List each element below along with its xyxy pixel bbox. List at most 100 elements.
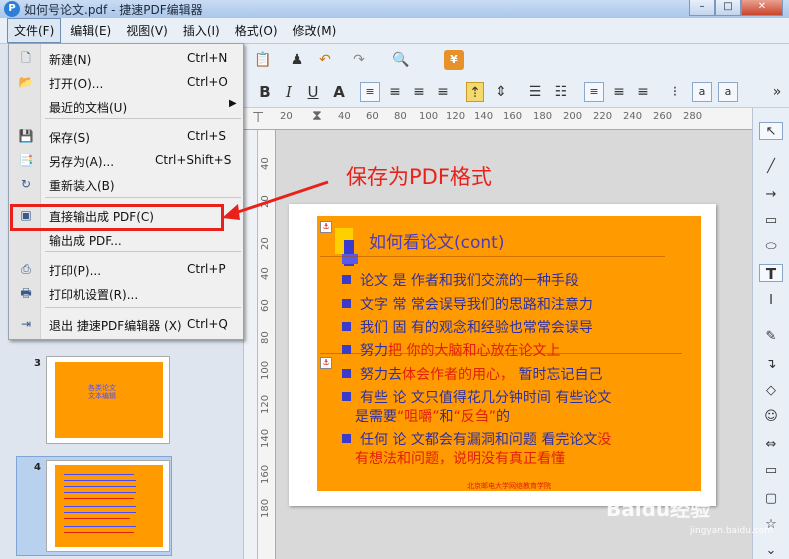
spacing-double-icon[interactable]: ≡ xyxy=(634,82,652,102)
italic-button[interactable]: I xyxy=(280,82,298,102)
menu-item-shortcut: Ctrl+Q xyxy=(187,317,228,331)
spacing-one-half-icon[interactable]: ≡ xyxy=(610,82,628,102)
menu-separator xyxy=(45,197,241,198)
menu-format[interactable]: 格式(O) xyxy=(229,19,284,42)
minimize-button[interactable]: – xyxy=(689,0,715,16)
file-menu-item-5[interactable]: 📑 另存为(A)... Ctrl+Shift+S xyxy=(9,149,243,171)
menu-insert[interactable]: 插入(I) xyxy=(177,19,226,42)
rectangle-icon[interactable]: ▭ xyxy=(759,212,783,230)
justify-icon[interactable]: ≡ xyxy=(434,82,452,102)
slide-title-main: 如何看论文 xyxy=(369,233,454,253)
bullet-square-icon xyxy=(342,322,351,331)
anchor-icon[interactable]: ⚓ xyxy=(320,357,332,369)
title-underline xyxy=(320,256,665,257)
bullet-item: 论文 是 作者和我们交流的一种手段 xyxy=(342,272,579,290)
spacing-single-icon[interactable]: ≡ xyxy=(584,82,604,102)
slide-thumbnail-3[interactable] xyxy=(46,356,170,444)
ruler-tick: 40 xyxy=(260,157,271,170)
bullet-item: 有些 论 文只值得花几分钟时间 有些论文 xyxy=(342,389,611,407)
ruler-tick: 140 xyxy=(474,111,494,122)
underline-button[interactable]: U xyxy=(304,82,322,102)
file-menu-item-4[interactable]: 💾 保存(S) Ctrl+S xyxy=(9,125,243,147)
align-left-icon[interactable]: ≡ xyxy=(360,82,380,102)
align-right-icon[interactable]: ≡ xyxy=(410,82,428,102)
file-menu-item-8[interactable]: 输出成 PDF... xyxy=(9,228,243,250)
app-logo-icon: P xyxy=(4,1,20,17)
ruler-tick: 40 xyxy=(260,267,271,280)
close-button[interactable]: ✕ xyxy=(741,0,783,16)
superscript-icon[interactable]: a xyxy=(692,82,712,102)
window-title: 如何号论文.pdf - 捷速PDF编辑器 xyxy=(24,3,203,17)
file-menu-item-9[interactable]: ⎙ 打印(P)... Ctrl+P xyxy=(9,258,243,280)
text-tool-icon[interactable]: T xyxy=(759,264,783,283)
block-arrows-icon[interactable]: ⇔ xyxy=(759,436,783,454)
paste-icon[interactable]: 📋 xyxy=(254,50,272,70)
vertical-text-icon[interactable]: Ⅰ xyxy=(759,292,783,310)
bold-button[interactable]: B xyxy=(256,82,274,102)
basic-shapes-icon[interactable]: ◇ xyxy=(759,382,783,400)
zoom-icon[interactable]: 🔍 xyxy=(392,50,410,70)
more-icon[interactable]: ⌄ xyxy=(759,542,783,559)
bullets-icon[interactable]: ⁝ xyxy=(666,82,684,102)
ruler-tick: 180 xyxy=(260,498,271,518)
ruler-tick: 60 xyxy=(260,299,271,312)
menu-view[interactable]: 视图(V) xyxy=(120,19,174,42)
file-menu-item-6[interactable]: ↻ 重新装入(B) xyxy=(9,173,243,195)
vertical-top-icon[interactable]: ⇡ xyxy=(466,82,484,102)
print-icon: ⎙ xyxy=(21,262,31,276)
annotation-text: 保存为PDF格式 xyxy=(346,165,492,189)
menu-modify[interactable]: 修改(M) xyxy=(287,19,343,42)
menu-item-label: 退出 捷速PDF编辑器 (X) xyxy=(49,319,182,333)
brand-logo-icon[interactable]: ¥ xyxy=(444,50,464,70)
maximize-button[interactable]: □ xyxy=(715,0,741,16)
callouts-icon[interactable]: ▢ xyxy=(759,490,783,508)
ruler-tick: 120 xyxy=(446,111,466,122)
file-menu-item-2[interactable]: 📂 打开(O)... Ctrl+O xyxy=(9,71,243,93)
menu-separator xyxy=(45,251,241,252)
line-icon[interactable]: ╱ xyxy=(759,158,783,176)
menu-bar: 文件(F) 编辑(E) 视图(V) 插入(I) 格式(O) 修改(M) xyxy=(0,18,789,44)
ruler-tick: 140 xyxy=(260,428,271,448)
standard-toolbar: 📋 ♟ ↶ ↷ 🔍 ¥ xyxy=(244,44,789,76)
file-menu-item-1[interactable]: 🗋 新建(N) Ctrl+N xyxy=(9,47,243,69)
more-tools-icon[interactable]: » xyxy=(768,82,786,102)
open-folder-icon: 📂 xyxy=(18,75,34,89)
drawing-toolbar: ↖ ╱ → ▭ ⬭ T Ⅰ ✎ ↴ ◇ ☺ ⇔ ▭ ▢ ☆ ⌄ xyxy=(752,108,789,559)
connector-icon[interactable]: ↴ xyxy=(759,356,783,374)
align-center-icon[interactable]: ≡ xyxy=(386,82,404,102)
vertical-center-icon[interactable]: ⇕ xyxy=(492,82,510,102)
ruler-tick: 260 xyxy=(653,111,673,122)
indent-marker-icon[interactable]: ⧗ xyxy=(312,108,322,124)
redo-icon[interactable]: ↷ xyxy=(350,50,368,70)
menu-item-label: 新建(N) xyxy=(49,53,92,67)
save-icon: 💾 xyxy=(18,129,34,143)
list-numbered-icon[interactable]: ☷ xyxy=(552,82,570,102)
bullet-square-icon xyxy=(342,434,351,443)
subscript-icon[interactable]: a xyxy=(718,82,738,102)
ruler-tick: 80 xyxy=(260,331,271,344)
slide-title[interactable]: 如何看论文(cont) xyxy=(369,228,504,253)
list-icon[interactable]: ☰ xyxy=(526,82,544,102)
format-brush-icon[interactable]: ♟ xyxy=(288,50,306,70)
file-menu-item-3[interactable]: 最近的文档(U) ▶ xyxy=(9,95,243,117)
curve-icon[interactable]: ✎ xyxy=(759,328,783,346)
undo-icon[interactable]: ↶ xyxy=(316,50,334,70)
menu-file[interactable]: 文件(F) xyxy=(7,18,62,43)
file-menu-item-10[interactable]: 🖶 打印机设置(R)... xyxy=(9,282,243,304)
symbol-shapes-icon[interactable]: ☺ xyxy=(759,408,783,426)
arrow-line-icon[interactable]: → xyxy=(759,186,783,204)
ruler-tick: 160 xyxy=(503,111,523,122)
ellipse-icon[interactable]: ⬭ xyxy=(759,238,783,256)
bullet-item: 我们 固 有的观念和经验也常常会误导 xyxy=(342,319,593,337)
flowchart-icon[interactable]: ▭ xyxy=(759,462,783,480)
shadow-button[interactable]: A xyxy=(330,82,348,102)
bullet-item: 努力把 你的大脑和心放在论文上 xyxy=(342,342,560,360)
menu-item-label: 打印机设置(R)... xyxy=(49,288,139,302)
menu-item-shortcut: Ctrl+N xyxy=(187,51,228,65)
file-menu-item-11[interactable]: ⇥ 退出 捷速PDF编辑器 (X) Ctrl+Q xyxy=(9,313,243,335)
select-arrow-icon[interactable]: ↖ xyxy=(759,122,783,140)
bullet-item: 努力去体会作者的用心， 暂时忘记自己 xyxy=(342,366,602,384)
tab-stop-icon[interactable]: ⊤ xyxy=(252,110,264,126)
menu-edit[interactable]: 编辑(E) xyxy=(64,19,117,42)
reload-icon: ↻ xyxy=(20,177,32,191)
